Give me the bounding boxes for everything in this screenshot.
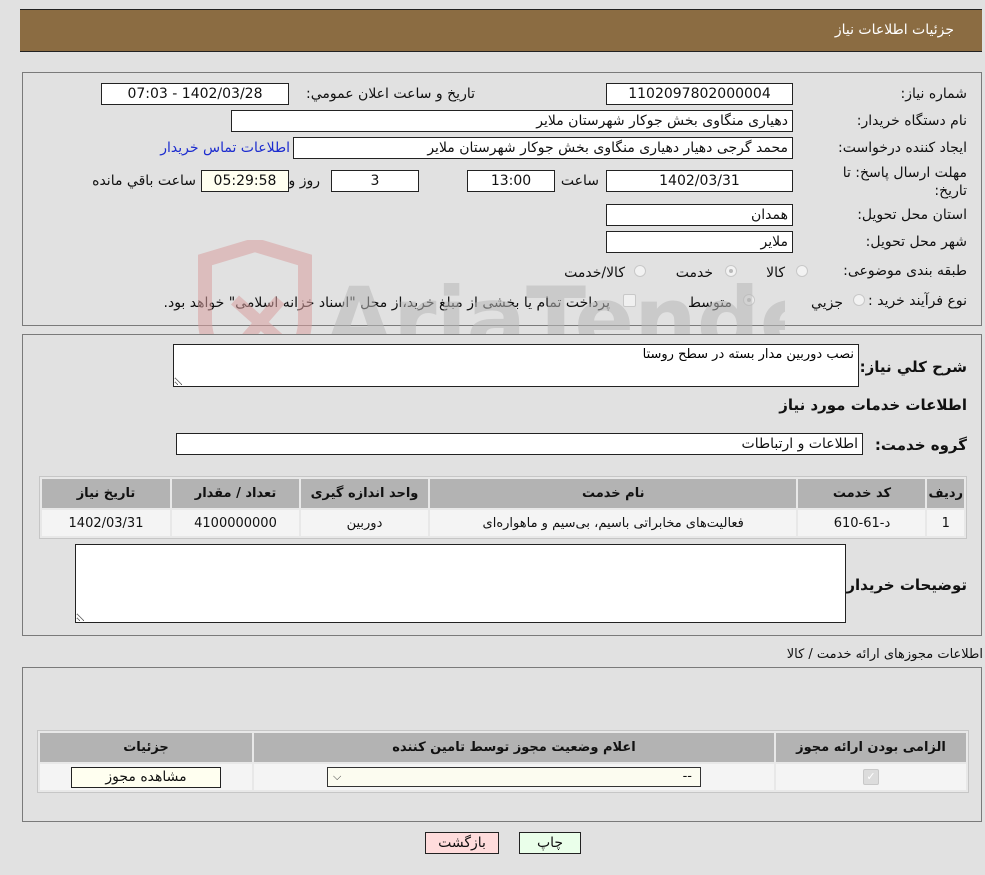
- col-service-code: کد خدمت: [798, 479, 926, 508]
- announce-label: تاريخ و ساعت اعلان عمومي:: [306, 86, 475, 102]
- col-service-name: نام خدمت: [430, 479, 797, 508]
- buyer-notes-textarea[interactable]: [75, 544, 846, 623]
- services-heading: اطلاعات خدمات مورد نیاز: [779, 396, 967, 414]
- city-field: ملاير: [606, 231, 793, 253]
- cell-permit-details: مشاهده مجوز: [40, 764, 252, 790]
- deadline-label: مهلت ارسال پاسخ: تا: [842, 165, 967, 181]
- deadline-label-2: تاريخ:: [934, 183, 967, 199]
- buyer-contact-link[interactable]: اطلاعات تماس خريدار: [160, 140, 290, 156]
- back-button[interactable]: بازگشت: [425, 832, 499, 854]
- creator-field: محمد گرجی دهیار دهیاری منگاوی بخش جوکار …: [293, 137, 793, 159]
- cell-permit-required: ✓: [776, 764, 966, 790]
- province-field: همدان: [606, 204, 793, 226]
- page-header: جزئیات اطلاعات نیاز: [20, 9, 982, 52]
- category-radio-goods-service[interactable]: [634, 265, 646, 277]
- days-label: روز و: [288, 173, 321, 189]
- process-radio-medium[interactable]: [743, 294, 755, 306]
- buyer-notes-label: توضيحات خريدار:: [840, 576, 967, 594]
- announce-date-field: 1402/03/28 - 07:03: [101, 83, 289, 105]
- treasury-checkbox[interactable]: [623, 294, 636, 307]
- table-row: 1 د-61-610 فعالیت‌های مخابراتی باسیم، بی…: [42, 510, 964, 536]
- treasury-note: پرداخت تمام يا بخشی از مبلغ خريد،از محل …: [163, 295, 610, 311]
- process-option-minor: جزيي: [811, 295, 843, 311]
- chevron-down-icon: ⌵: [333, 770, 342, 783]
- city-label: شهر محل تحویل:: [865, 234, 967, 250]
- category-radio-service[interactable]: [725, 265, 737, 277]
- buyer-org-label: نام دستگاه خريدار:: [856, 113, 967, 129]
- description-textarea[interactable]: نصب دوربین مدار بسته در سطح روستا: [173, 344, 859, 387]
- cell-row: 1: [927, 510, 964, 536]
- permit-required-checkbox[interactable]: ✓: [863, 769, 879, 785]
- time-remaining-label: ساعت باقي مانده: [92, 173, 196, 189]
- services-table-header: رديف کد خدمت نام خدمت واحد اندازه گيری ت…: [42, 479, 964, 508]
- description-label: شرح کلي نياز:: [859, 358, 967, 376]
- cell-need-date: 1402/03/31: [42, 510, 170, 536]
- process-option-medium: متوسط: [688, 295, 732, 311]
- col-need-date: تاريخ نياز: [42, 479, 170, 508]
- need-number-label: شماره نیاز:: [900, 86, 968, 102]
- days-remaining-field: 3: [331, 170, 419, 192]
- permit-status-value: --: [682, 769, 692, 784]
- print-button[interactable]: چاپ: [519, 832, 581, 854]
- cell-service-code: د-61-610: [798, 510, 926, 536]
- col-permit-required: الزامی بودن ارائه مجوز: [776, 733, 966, 762]
- deadline-date-field: 1402/03/31: [606, 170, 793, 192]
- services-table: رديف کد خدمت نام خدمت واحد اندازه گيری ت…: [39, 476, 967, 539]
- service-group-label: گروه خدمت:: [874, 436, 967, 454]
- deadline-time-field: 13:00: [467, 170, 555, 192]
- category-label: طبقه بندی موضوعی:: [843, 263, 967, 279]
- need-number-field: 1102097802000004: [606, 83, 793, 105]
- province-label: استان محل تحویل:: [857, 207, 967, 223]
- col-permit-details: جزئيات: [40, 733, 252, 762]
- process-label: نوع فرآيند خريد :: [868, 293, 967, 309]
- permit-status-select[interactable]: -- ⌵: [327, 767, 701, 787]
- permits-heading: اطلاعات مجوزهای ارائه خدمت / کالا: [786, 647, 983, 662]
- col-unit: واحد اندازه گيری: [301, 479, 428, 508]
- category-option-goods: کالا: [766, 265, 785, 281]
- view-permit-button[interactable]: مشاهده مجوز: [71, 766, 221, 788]
- category-option-goods-service: کالا/خدمت: [564, 265, 625, 281]
- table-row: ✓ -- ⌵ مشاهده مجوز: [40, 764, 966, 790]
- time-remaining-field: 05:29:58: [201, 170, 289, 192]
- col-quantity: تعداد / مقدار: [172, 479, 299, 508]
- col-permit-status: اعلام وضعیت مجوز توسط تامین کننده: [254, 733, 774, 762]
- process-radio-minor[interactable]: [853, 294, 865, 306]
- creator-label: ايجاد کننده درخواست:: [838, 140, 967, 156]
- permits-table-header: الزامی بودن ارائه مجوز اعلام وضعیت مجوز …: [40, 733, 966, 762]
- col-row: رديف: [927, 479, 964, 508]
- buyer-org-field: دهیاری منگاوی بخش جوکار شهرستان ملایر: [231, 110, 793, 132]
- cell-service-name: فعالیت‌های مخابراتی باسیم، بی‌سیم و ماهو…: [430, 510, 797, 536]
- service-group-field: اطلاعات و ارتباطات: [176, 433, 863, 455]
- cell-permit-status: -- ⌵: [254, 764, 774, 790]
- page-title: جزئیات اطلاعات نیاز: [834, 22, 954, 38]
- cell-unit: دوربین: [301, 510, 428, 536]
- permits-table: الزامی بودن ارائه مجوز اعلام وضعیت مجوز …: [37, 730, 969, 793]
- category-radio-goods[interactable]: [796, 265, 808, 277]
- cell-quantity: 4100000000: [172, 510, 299, 536]
- time-label: ساعت: [560, 173, 599, 189]
- category-option-service: خدمت: [675, 265, 713, 281]
